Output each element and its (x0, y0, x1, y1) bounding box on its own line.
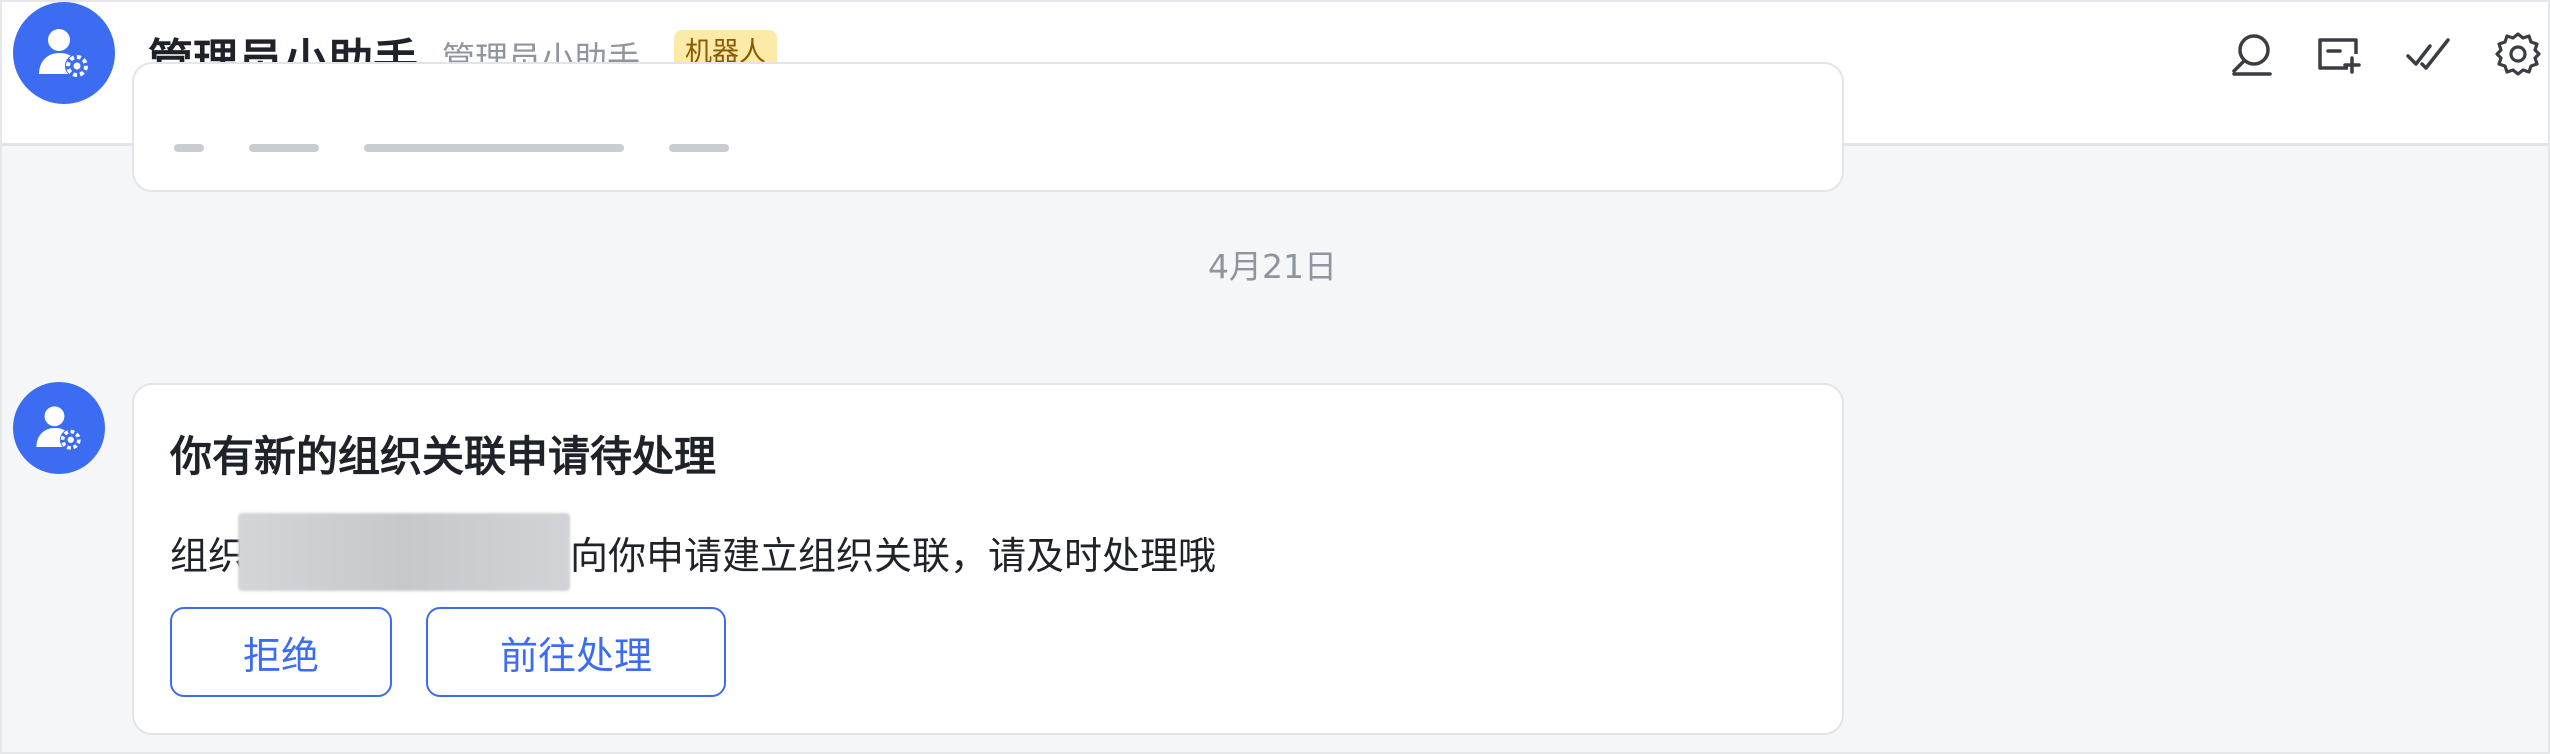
card-title: 你有新的组织关联申请待处理 (170, 432, 717, 481)
settings-icon (2495, 32, 2541, 76)
admin-user-icon (36, 406, 82, 451)
body-prefix: 组织 (170, 533, 247, 578)
bot-avatar[interactable] (13, 2, 115, 104)
mark-done-icon (2406, 38, 2450, 70)
previous-message-card (132, 62, 1844, 192)
add-tab-icon (2318, 38, 2361, 74)
card-body: 组织 向你申请建立组织关联，请及时处理哦 (170, 513, 1216, 591)
redacted-org-name (238, 513, 571, 591)
date-separator: 4月21日 (1208, 247, 1337, 286)
reject-button[interactable]: 拒绝 (170, 607, 392, 697)
mark-done-button[interactable] (2398, 24, 2458, 84)
truncated-text (174, 144, 994, 164)
chat-window: 管理员小助手 管理员小助手 机器人 4月21日 你有新的组织关联申请待处理 组织… (0, 0, 2550, 754)
search-icon (2232, 34, 2272, 76)
body-suffix: 向你申请建立组织关联，请及时处理哦 (570, 533, 1217, 578)
org-link-request-card: 你有新的组织关联申请待处理 组织 向你申请建立组织关联，请及时处理哦 拒绝 前往… (132, 383, 1844, 735)
search-button[interactable] (2222, 24, 2282, 84)
settings-button[interactable] (2488, 24, 2548, 84)
add-tab-button[interactable] (2308, 24, 2368, 84)
go-handle-button[interactable]: 前往处理 (426, 607, 726, 697)
message-sender-avatar[interactable] (13, 382, 105, 474)
admin-user-icon (39, 29, 89, 78)
